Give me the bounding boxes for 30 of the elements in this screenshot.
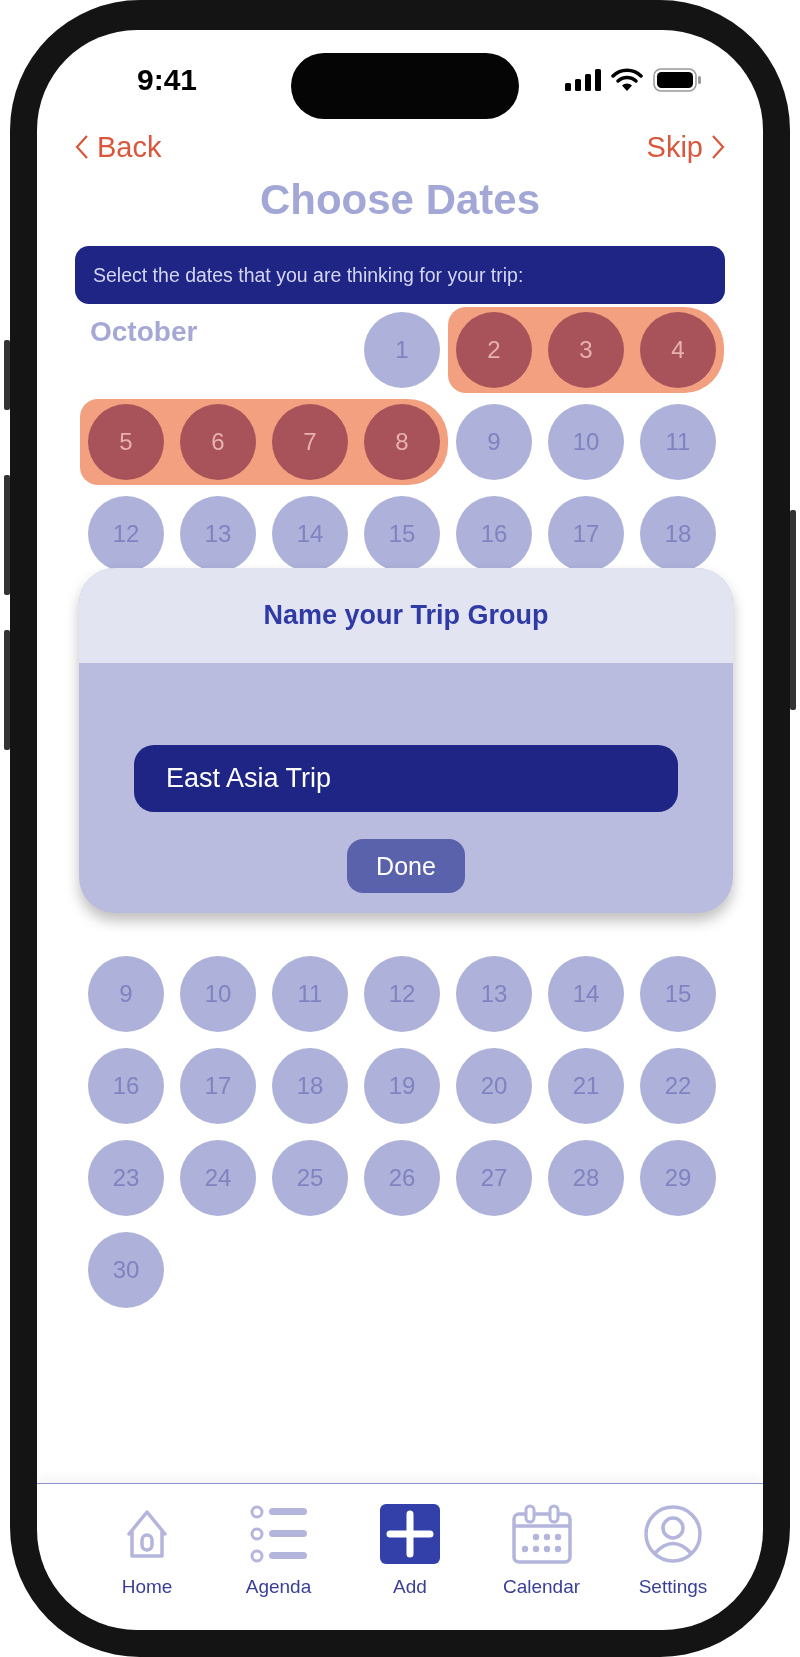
profile-icon <box>643 1504 703 1564</box>
tab-item[interactable]: Settings <box>613 1504 733 1630</box>
day-button[interactable]: 6 <box>180 404 256 480</box>
day-button[interactable]: 7 <box>272 404 348 480</box>
page-title: Choose Dates <box>258 175 542 225</box>
chevron-right-icon <box>711 134 725 160</box>
trip-name-field[interactable]: East Asia Trip <box>134 745 678 812</box>
day-button[interactable]: 8 <box>364 404 440 480</box>
plus-icon <box>380 1504 440 1564</box>
calendar-icon <box>511 1504 572 1564</box>
tab-item[interactable]: Add <box>350 1504 470 1630</box>
tab-item[interactable]: Home <box>87 1504 207 1630</box>
day-button[interactable]: 2 <box>456 312 532 388</box>
battery-icon <box>653 68 701 92</box>
wifi-icon <box>611 68 643 92</box>
instruction-banner: Select the dates that you are thinking for your trip: <box>75 246 725 304</box>
chevron-left-icon <box>75 134 89 160</box>
month-label: October <box>89 315 199 348</box>
tab-item[interactable]: Calendar <box>481 1504 602 1630</box>
dialog-title: Name your Trip Group <box>263 600 549 631</box>
done-button[interactable]: Done <box>347 839 465 893</box>
back-button[interactable]: Back <box>75 130 162 164</box>
status-time: 9:41 <box>137 63 198 97</box>
skip-button[interactable]: Skip <box>646 130 725 164</box>
signal-icon <box>565 69 601 91</box>
tab-item[interactable]: Agenda <box>218 1504 339 1630</box>
day-button[interactable]: 5 <box>88 404 164 480</box>
list-icon <box>248 1504 309 1564</box>
day-button[interactable]: 3 <box>548 312 624 388</box>
day-button[interactable]: 4 <box>640 312 716 388</box>
